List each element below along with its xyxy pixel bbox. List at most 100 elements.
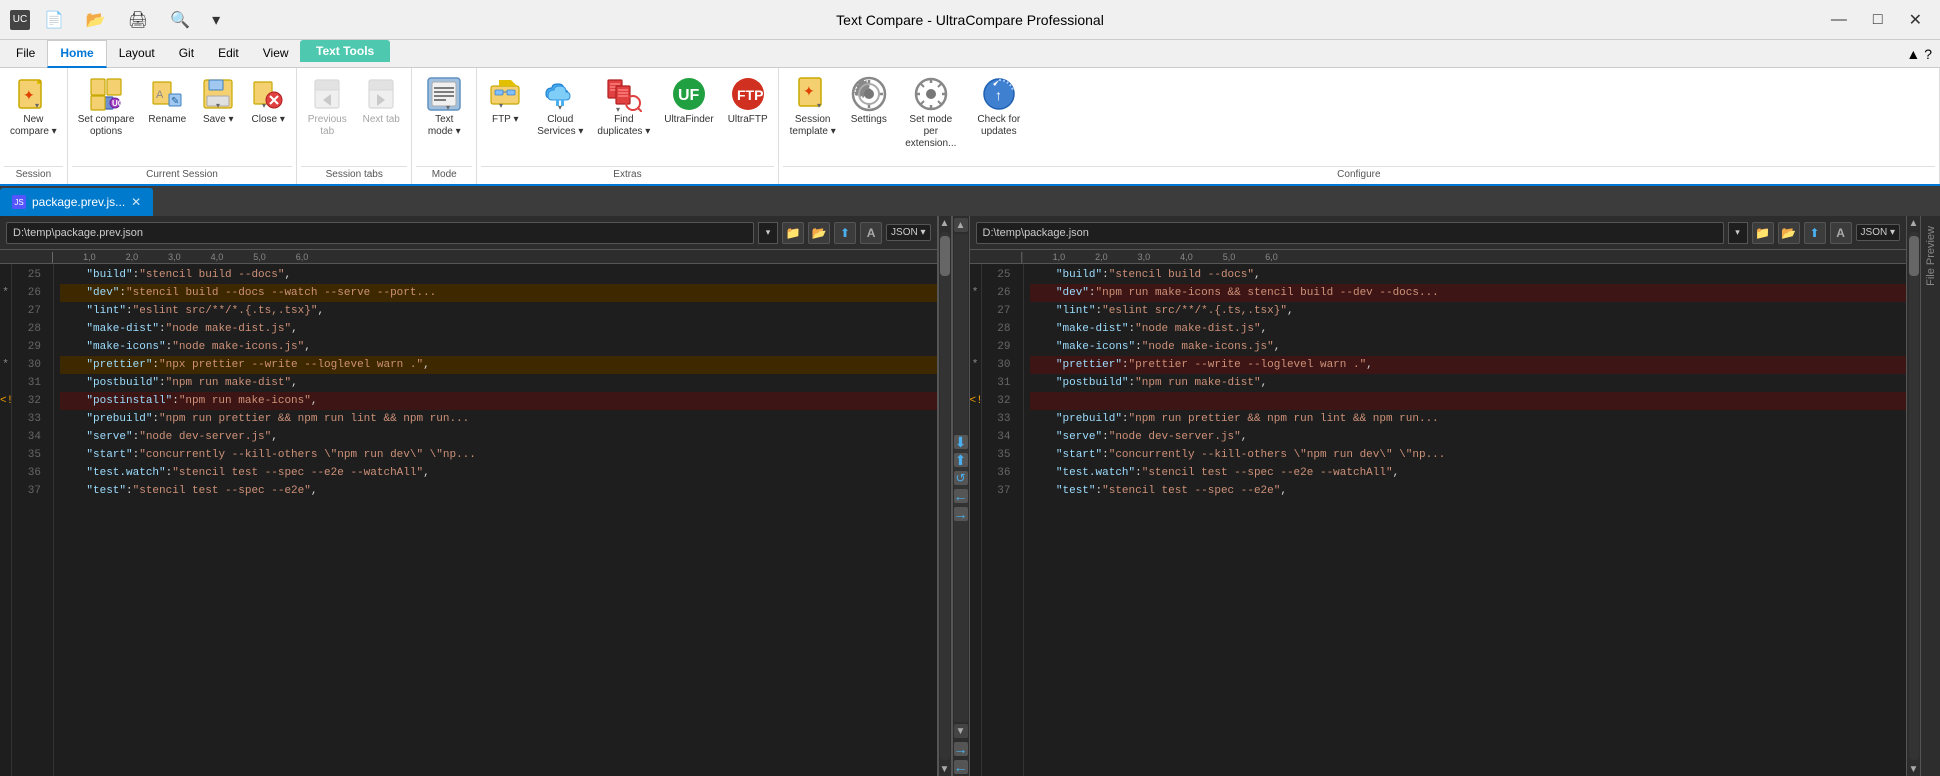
svg-text:FTP: FTP: [737, 87, 763, 103]
session-tabs-label: Session tabs: [301, 166, 407, 184]
tab-close-btn[interactable]: ✕: [131, 195, 141, 209]
text-tools-tab[interactable]: Text Tools: [300, 40, 390, 62]
nav-up-arrow[interactable]: ▲: [954, 218, 968, 232]
next-tab-icon: [363, 76, 399, 112]
menu-home[interactable]: Home: [47, 40, 106, 68]
right-line-27: "lint": "eslint src/**/*.{.ts,.tsx}",: [1030, 302, 1907, 320]
left-upload-btn[interactable]: ⬆: [834, 222, 856, 244]
svg-text:A: A: [156, 89, 164, 101]
save-button[interactable]: ▾ Save ▾: [194, 72, 242, 130]
left-line-34: "serve": "node dev-server.js",: [60, 428, 937, 446]
left-scroll-thumb[interactable]: [940, 236, 950, 276]
right-path-input[interactable]: [976, 222, 1724, 244]
menu-view[interactable]: View: [251, 40, 301, 68]
nav-down-arrow[interactable]: ▼: [954, 724, 968, 738]
right-code-area: * * <! 25 26 27 28: [970, 264, 1907, 776]
left-pane-toolbar: ▾ 📁 📂 ⬆ A JSON ▾: [0, 216, 937, 250]
left-code-lines: "build": "stencil build --docs", "dev": …: [54, 264, 937, 776]
ftp-button[interactable]: ▾ FTP ▾: [481, 72, 529, 130]
check-updates-label: Check forupdates: [977, 114, 1020, 138]
menu-git[interactable]: Git: [167, 40, 206, 68]
left-open-folder-btn[interactable]: 📁: [782, 222, 804, 244]
left-line-33: "prebuild": "npm run prettier && npm run…: [60, 410, 937, 428]
left-line-30: "prettier": "npx prettier --write --logl…: [60, 356, 937, 374]
svg-text:▾: ▾: [446, 103, 450, 112]
rename-label: Rename: [148, 114, 186, 126]
previous-tab-button[interactable]: Previoustab: [301, 72, 353, 142]
check-updates-button[interactable]: ↑ Check forupdates: [969, 72, 1029, 142]
close-button[interactable]: ▾ Close ▾: [244, 72, 292, 130]
next-tab-button[interactable]: Next tab: [355, 72, 407, 130]
right-upload-btn[interactable]: ⬆: [1804, 222, 1826, 244]
text-mode-button[interactable]: ▾ Textmode ▾: [416, 72, 472, 142]
left-line-27: "lint": "eslint src/**/*.{.ts,.tsx}",: [60, 302, 937, 320]
menu-file[interactable]: File: [4, 40, 47, 68]
right-scroll-thumb[interactable]: [1909, 236, 1919, 276]
ultraftp-button[interactable]: FTP UltraFTP: [722, 72, 774, 130]
left-lang-badge[interactable]: JSON ▾: [886, 224, 930, 241]
menu-edit[interactable]: Edit: [206, 40, 251, 68]
close-label: Close ▾: [252, 114, 285, 126]
current-session-label: Current Session: [72, 166, 293, 184]
ribbon-section-mode: ▾ Textmode ▾ Mode: [412, 68, 477, 184]
menu-layout[interactable]: Layout: [107, 40, 167, 68]
ribbon-collapse-btn[interactable]: ▲: [1906, 46, 1920, 62]
right-scroll-down[interactable]: ▼: [1907, 762, 1921, 776]
left-path-input[interactable]: [6, 222, 754, 244]
ultraftp-label: UltraFTP: [728, 114, 768, 126]
nav-right-btn[interactable]: →: [954, 507, 968, 521]
nav-prev-diff-btn[interactable]: ⬇: [954, 435, 968, 449]
rename-button[interactable]: A ✎ Rename: [142, 72, 192, 130]
nav-sync-btn[interactable]: ↺: [954, 471, 968, 485]
svg-text:▾: ▾: [35, 101, 39, 110]
ultrafinder-button[interactable]: UF UltraFinder: [658, 72, 719, 130]
nav-next-diff-btn[interactable]: ⬆: [954, 453, 968, 467]
right-pane-toolbar: ▾ 📁 📂 ⬆ A JSON ▾: [970, 216, 1907, 250]
right-font-btn[interactable]: A: [1830, 222, 1852, 244]
set-mode-per-extension-button[interactable]: Set mode perextension...: [895, 72, 967, 154]
file-preview-label[interactable]: File Preview: [1921, 216, 1940, 296]
nav-to-right-btn[interactable]: →: [954, 742, 968, 756]
new-compare-button[interactable]: ✦ ▾ Newcompare ▾: [4, 72, 63, 142]
settings-label: Settings: [851, 114, 887, 126]
left-scroll-up[interactable]: ▲: [938, 216, 952, 230]
settings-button[interactable]: Settings: [845, 72, 893, 130]
left-open-file-btn[interactable]: 📂: [808, 222, 830, 244]
print-btn[interactable]: 🖨: [120, 8, 156, 32]
customize-btn[interactable]: ▾: [204, 8, 228, 32]
close-btn[interactable]: ✕: [1901, 8, 1930, 32]
find-duplicates-button[interactable]: ▾ Findduplicates ▾: [591, 72, 656, 142]
center-scrollbar: ▲ ⬇ ⬆ ↺ ← → ▼ → ←: [952, 216, 970, 776]
help-btn[interactable]: ?: [1924, 46, 1932, 62]
session-tab-buttons: Previoustab Next tab: [301, 72, 407, 166]
right-scroll-up[interactable]: ▲: [1907, 216, 1921, 230]
ultrafinder-label: UltraFinder: [664, 114, 713, 126]
set-compare-options-button[interactable]: UC Set compareoptions: [72, 72, 141, 142]
right-scroll-track[interactable]: [1909, 232, 1919, 760]
left-scroll-down[interactable]: ▼: [938, 762, 952, 776]
next-tab-label: Next tab: [363, 114, 400, 126]
open-btn[interactable]: 📂: [78, 8, 114, 32]
right-path-dropdown[interactable]: ▾: [1728, 222, 1748, 244]
right-open-file-btn[interactable]: 📂: [1778, 222, 1800, 244]
svg-text:UC: UC: [112, 99, 124, 108]
right-lang-badge[interactable]: JSON ▾: [1856, 224, 1900, 241]
configure-label: Configure: [783, 166, 1935, 184]
left-scroll-track[interactable]: [940, 232, 950, 760]
right-open-folder-btn[interactable]: 📁: [1752, 222, 1774, 244]
left-font-btn[interactable]: A: [860, 222, 882, 244]
preview-btn[interactable]: 🔍: [162, 8, 198, 32]
nav-left-btn[interactable]: ←: [954, 489, 968, 503]
cloud-services-button[interactable]: ▾ CloudServices ▾: [531, 72, 589, 142]
maximize-btn[interactable]: □: [1865, 9, 1891, 31]
nav-to-left-btn[interactable]: ←: [954, 760, 968, 774]
new-doc-btn[interactable]: 📄: [36, 8, 72, 32]
document-tab[interactable]: JS package.prev.js... ✕: [0, 188, 153, 216]
right-line-26: "dev": "npm run make-icons && stencil bu…: [1030, 284, 1907, 302]
rename-icon: A ✎: [149, 76, 185, 112]
session-template-button[interactable]: ✦ ▾ Sessiontemplate ▾: [783, 72, 843, 142]
left-ruler: │ 1,0 2,0 3,0 4,0 5,0 6,0: [0, 250, 937, 264]
right-line-37: "test": "stencil test --spec --e2e",: [1030, 482, 1907, 500]
minimize-btn[interactable]: —: [1823, 9, 1855, 31]
left-path-dropdown[interactable]: ▾: [758, 222, 778, 244]
